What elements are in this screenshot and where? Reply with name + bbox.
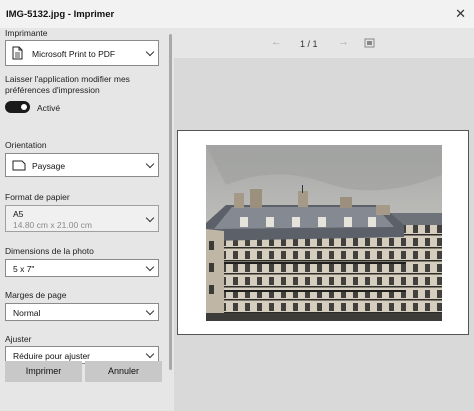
photo-size-select[interactable]: 5 x 7" bbox=[5, 259, 159, 277]
orientation-select[interactable]: Paysage bbox=[5, 153, 159, 177]
fit-value: Réduire pour ajuster bbox=[13, 351, 91, 361]
chevron-down-icon bbox=[145, 213, 155, 223]
paper-size-detail: 14.80 cm x 21.00 cm bbox=[13, 220, 92, 230]
chevron-down-icon bbox=[145, 262, 155, 272]
margins-select[interactable]: Normal bbox=[5, 303, 159, 321]
fit-label: Ajuster bbox=[5, 334, 32, 344]
preview-nav: ← 1 / 1 → bbox=[174, 28, 474, 58]
fit-page-icon[interactable] bbox=[364, 38, 375, 48]
settings-scrollbar[interactable] bbox=[169, 34, 172, 370]
margins-label: Marges de page bbox=[5, 290, 67, 300]
margins-value: Normal bbox=[13, 308, 41, 318]
printer-label: Imprimante bbox=[5, 28, 48, 38]
paper-size-value: A5 bbox=[13, 209, 24, 219]
photo-size-value: 5 x 7" bbox=[13, 264, 35, 274]
app-prefs-label: Laisser l'application modifier mes préfé… bbox=[5, 74, 130, 95]
landscape-page-icon bbox=[12, 160, 26, 171]
previous-page-icon[interactable]: ← bbox=[271, 36, 282, 48]
cancel-button[interactable]: Annuler bbox=[85, 361, 162, 382]
print-button[interactable]: Imprimer bbox=[5, 361, 82, 382]
photo-size-label: Dimensions de la photo bbox=[5, 246, 94, 256]
chevron-down-icon bbox=[145, 349, 155, 359]
preview-page bbox=[177, 130, 469, 335]
chevron-down-icon bbox=[145, 47, 155, 57]
chevron-down-icon bbox=[145, 306, 155, 316]
next-page-icon[interactable]: → bbox=[338, 36, 349, 48]
paper-size-label: Format de papier bbox=[5, 192, 70, 202]
preview-pane: ← 1 / 1 → bbox=[174, 28, 474, 411]
app-prefs-state: Activé bbox=[37, 103, 61, 113]
orientation-value: Paysage bbox=[32, 161, 66, 171]
printer-select[interactable]: Microsoft Print to PDF bbox=[5, 40, 159, 66]
chevron-down-icon bbox=[145, 159, 155, 169]
orientation-label: Orientation bbox=[5, 140, 47, 150]
settings-pane: Imprimante Microsoft Print to PDF Laisse… bbox=[0, 28, 168, 411]
toggle-knob bbox=[21, 104, 27, 110]
photo-preview bbox=[206, 145, 442, 321]
page-indicator: 1 / 1 bbox=[300, 39, 318, 49]
title-bar: IMG-5132.jpg - Imprimer ✕ bbox=[0, 0, 474, 28]
close-icon[interactable]: ✕ bbox=[455, 6, 466, 22]
printer-value: Microsoft Print to PDF bbox=[32, 49, 116, 59]
paper-size-select[interactable]: A5 14.80 cm x 21.00 cm bbox=[5, 205, 159, 232]
window-title: IMG-5132.jpg - Imprimer bbox=[6, 9, 115, 20]
document-icon bbox=[12, 46, 23, 60]
app-prefs-toggle[interactable] bbox=[5, 101, 30, 113]
